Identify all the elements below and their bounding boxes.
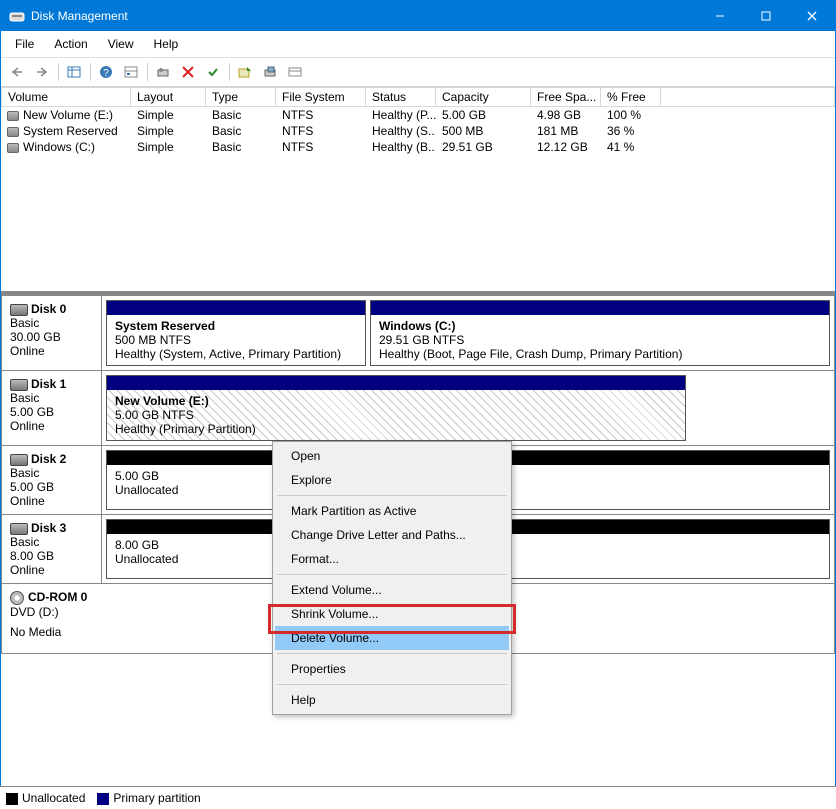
- volume-icon: [7, 143, 19, 153]
- delete-button[interactable]: [176, 61, 200, 83]
- ctx-open[interactable]: Open: [275, 444, 509, 468]
- volume-list: Volume Layout Type File System Status Ca…: [1, 87, 835, 293]
- disk-icon: [10, 304, 28, 316]
- ctx-format[interactable]: Format...: [275, 547, 509, 571]
- col-pctfree[interactable]: % Free: [601, 87, 661, 107]
- disk-row-0: Disk 0 Basic 30.00 GB Online System Rese…: [1, 295, 835, 371]
- toolbar: ?: [1, 58, 835, 87]
- col-capacity[interactable]: Capacity: [436, 87, 531, 107]
- volume-row[interactable]: Windows (C:) Simple Basic NTFS Healthy (…: [1, 139, 835, 155]
- partition-bar: [107, 376, 685, 390]
- disk-label[interactable]: Disk 3 Basic 8.00 GB Online: [2, 515, 102, 583]
- action3-button[interactable]: [258, 61, 282, 83]
- ctx-properties[interactable]: Properties: [275, 657, 509, 681]
- legend-unallocated: Unallocated: [22, 791, 85, 805]
- check-button[interactable]: [201, 61, 225, 83]
- back-button[interactable]: [5, 61, 29, 83]
- col-volume[interactable]: Volume: [1, 87, 131, 107]
- volume-row[interactable]: System Reserved Simple Basic NTFS Health…: [1, 123, 835, 139]
- col-status[interactable]: Status: [366, 87, 436, 107]
- ctx-delete-volume[interactable]: Delete Volume...: [275, 626, 509, 650]
- close-button[interactable]: [789, 1, 835, 31]
- disk-row-1: Disk 1 Basic 5.00 GB Online New Volume (…: [1, 371, 835, 446]
- window-title: Disk Management: [31, 9, 697, 23]
- ctx-extend-volume[interactable]: Extend Volume...: [275, 578, 509, 602]
- ctx-change-letter[interactable]: Change Drive Letter and Paths...: [275, 523, 509, 547]
- view-list-button[interactable]: [62, 61, 86, 83]
- forward-button[interactable]: [30, 61, 54, 83]
- ctx-shrink-volume[interactable]: Shrink Volume...: [275, 602, 509, 626]
- menu-file[interactable]: File: [5, 33, 44, 55]
- disk-label[interactable]: Disk 0 Basic 30.00 GB Online: [2, 296, 102, 370]
- disk-label[interactable]: Disk 2 Basic 5.00 GB Online: [2, 446, 102, 514]
- action4-button[interactable]: [283, 61, 307, 83]
- menu-view[interactable]: View: [98, 33, 144, 55]
- partition-bar: [371, 301, 829, 315]
- disk-label[interactable]: Disk 1 Basic 5.00 GB Online: [2, 371, 102, 445]
- cdrom-icon: [10, 591, 24, 605]
- disk-icon: [10, 379, 28, 391]
- ctx-explore[interactable]: Explore: [275, 468, 509, 492]
- legend: Unallocated Primary partition: [0, 786, 836, 809]
- partition-new-volume-e[interactable]: New Volume (E:) 5.00 GB NTFS Healthy (Pr…: [106, 375, 686, 441]
- menu-help[interactable]: Help: [144, 33, 189, 55]
- context-menu: Open Explore Mark Partition as Active Ch…: [272, 441, 512, 715]
- maximize-button[interactable]: [743, 1, 789, 31]
- col-type[interactable]: Type: [206, 87, 276, 107]
- action1-button[interactable]: [151, 61, 175, 83]
- volume-icon: [7, 111, 19, 121]
- svg-text:?: ?: [103, 68, 109, 79]
- titlebar: Disk Management: [1, 1, 835, 31]
- volume-list-header: Volume Layout Type File System Status Ca…: [1, 87, 835, 107]
- legend-swatch-primary: [97, 793, 109, 805]
- col-layout[interactable]: Layout: [131, 87, 206, 107]
- ctx-separator: [277, 653, 507, 654]
- volume-icon: [7, 127, 19, 137]
- menubar: File Action View Help: [1, 31, 835, 58]
- ctx-separator: [277, 574, 507, 575]
- legend-swatch-unallocated: [6, 793, 18, 805]
- ctx-separator: [277, 684, 507, 685]
- help-button[interactable]: ?: [94, 61, 118, 83]
- col-filesystem[interactable]: File System: [276, 87, 366, 107]
- partition-system-reserved[interactable]: System Reserved 500 MB NTFS Healthy (Sys…: [106, 300, 366, 366]
- app-icon: [9, 8, 25, 24]
- ctx-mark-active[interactable]: Mark Partition as Active: [275, 499, 509, 523]
- partition-bar: [107, 301, 365, 315]
- action2-button[interactable]: [233, 61, 257, 83]
- ctx-help[interactable]: Help: [275, 688, 509, 712]
- legend-primary: Primary partition: [113, 791, 200, 805]
- partition-windows-c[interactable]: Windows (C:) 29.51 GB NTFS Healthy (Boot…: [370, 300, 830, 366]
- settings-button[interactable]: [119, 61, 143, 83]
- volume-row[interactable]: New Volume (E:) Simple Basic NTFS Health…: [1, 107, 835, 123]
- disk-icon: [10, 523, 28, 535]
- minimize-button[interactable]: [697, 1, 743, 31]
- disk-icon: [10, 454, 28, 466]
- menu-action[interactable]: Action: [44, 33, 97, 55]
- ctx-separator: [277, 495, 507, 496]
- col-freespace[interactable]: Free Spa...: [531, 87, 601, 107]
